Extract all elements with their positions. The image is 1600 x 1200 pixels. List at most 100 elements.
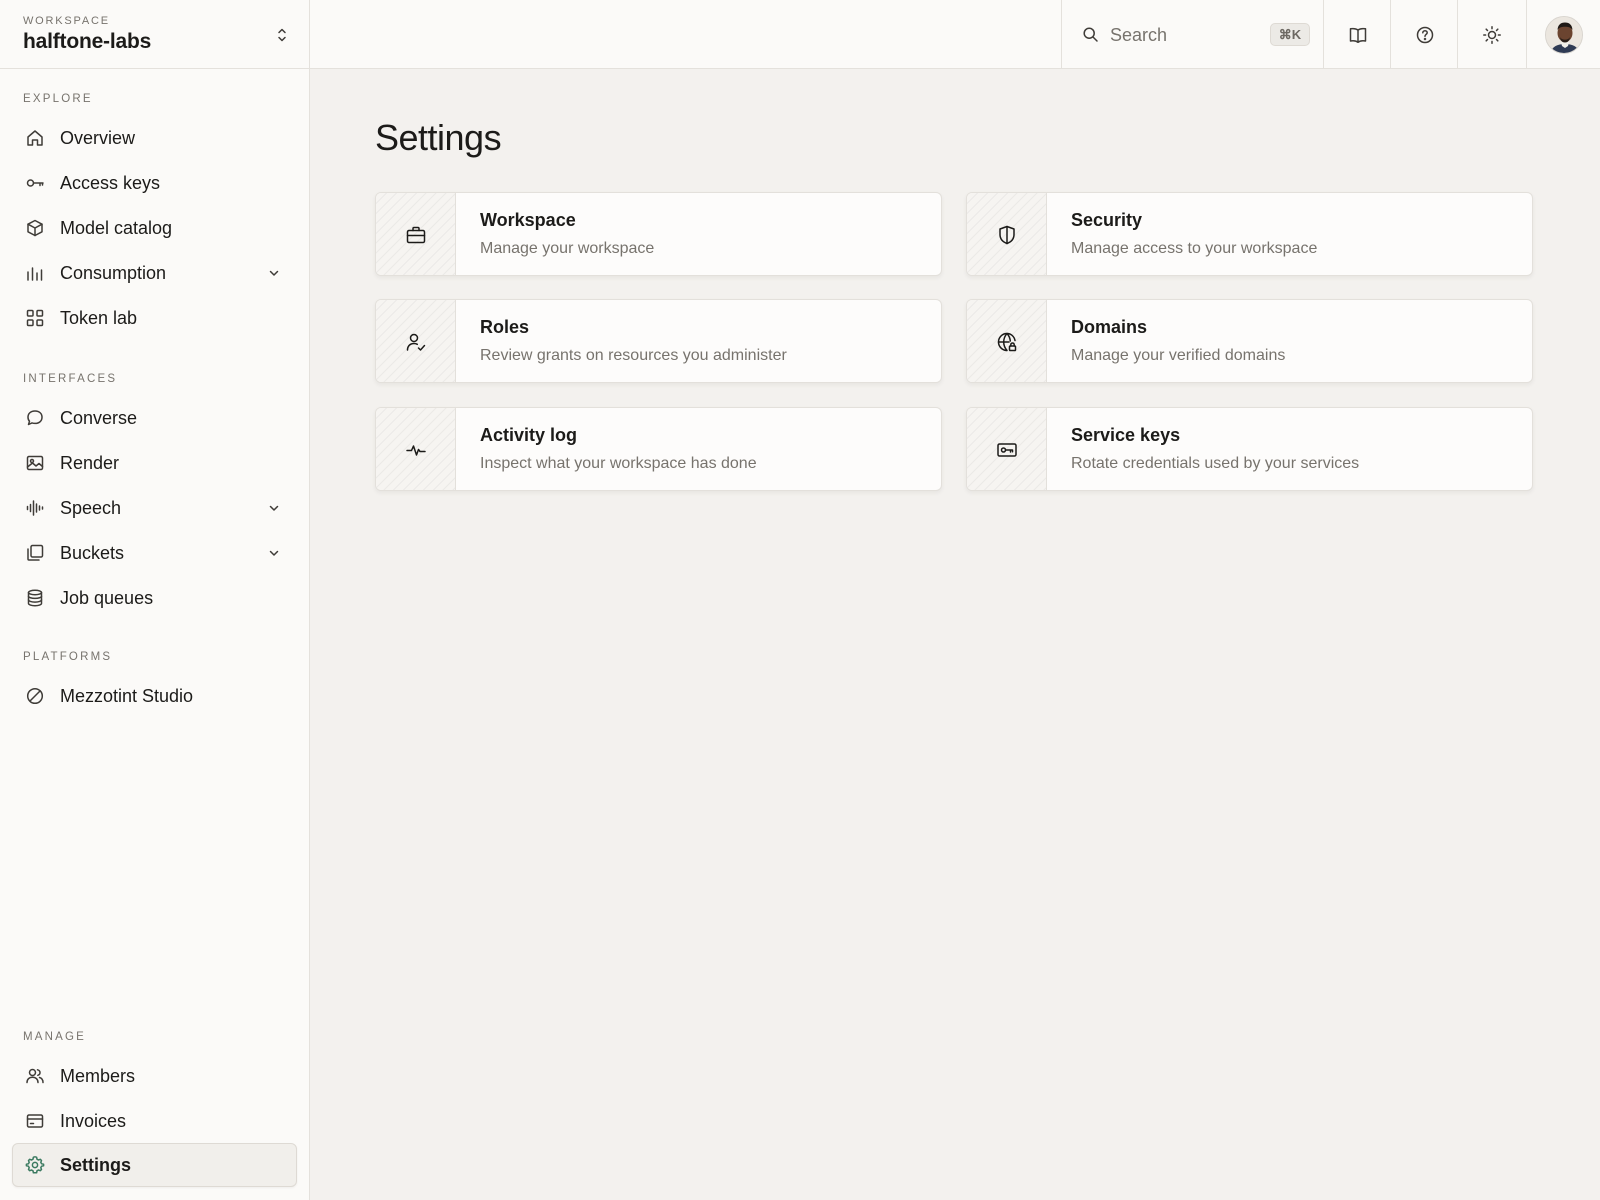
search-icon	[1083, 27, 1098, 42]
section-label-manage: MANAGE	[23, 1031, 87, 1043]
settings-card-activity-log[interactable]: Activity log Inspect what your workspace…	[375, 407, 942, 491]
settings-card-domains[interactable]: Domains Manage your verified domains	[966, 299, 1533, 383]
sidebar-item-label: Model catalog	[60, 218, 173, 238]
sidebar-item-label: Render	[60, 453, 120, 473]
help-circle-icon	[1416, 26, 1434, 44]
chevron-down-icon	[269, 505, 279, 511]
settings-card-service-keys[interactable]: Service keys Rotate credentials used by …	[966, 407, 1533, 491]
help-button[interactable]	[1390, 0, 1457, 69]
card-icon-panel	[376, 193, 456, 275]
user-check-icon	[406, 333, 426, 351]
card-title: Activity log	[480, 425, 578, 445]
sidebar-item-model-catalog[interactable]: Model catalog	[12, 206, 297, 250]
sidebar-item-label: Converse	[60, 408, 138, 428]
audio-wave-icon	[26, 500, 44, 516]
users-icon	[26, 1068, 44, 1084]
gear-icon	[25, 1156, 45, 1174]
key-card-icon	[997, 443, 1017, 457]
chevron-down-icon	[269, 270, 279, 276]
search-input[interactable]: Search ⌘K	[1061, 0, 1323, 69]
user-menu-button[interactable]	[1526, 0, 1600, 69]
database-icon	[27, 589, 43, 607]
sidebar-item-access-keys[interactable]: Access keys	[12, 161, 297, 205]
sidebar-item-label: Speech	[60, 498, 122, 518]
sidebar-item-job-queues[interactable]: Job queues	[12, 576, 297, 620]
chevron-up-down-icon	[278, 28, 286, 42]
sidebar-item-members[interactable]: Members	[12, 1054, 297, 1098]
section-label-interfaces: INTERFACES	[23, 373, 118, 385]
shield-icon	[999, 225, 1015, 245]
card-title: Domains	[1071, 317, 1148, 337]
grid-icon	[26, 309, 44, 327]
book-icon	[1349, 27, 1367, 43]
sidebar-item-label: Settings	[60, 1155, 132, 1175]
globe-lock-icon	[997, 332, 1017, 352]
sidebar-item-speech[interactable]: Speech	[12, 486, 297, 530]
sidebar-item-label: Token lab	[60, 308, 138, 328]
section-label-platforms: PLATFORMS	[23, 651, 113, 663]
sidebar-item-label: Buckets	[60, 543, 125, 563]
bar-chart-icon	[27, 267, 43, 281]
card-description: Review grants on resources you administe…	[480, 347, 787, 364]
card-title: Workspace	[480, 210, 576, 230]
page-title: Settings	[375, 117, 502, 158]
sidebar-item-overview[interactable]: Overview	[12, 116, 297, 160]
card-description: Manage your workspace	[480, 240, 655, 257]
sidebar-item-mezzotint-studio[interactable]: Mezzotint Studio	[12, 674, 297, 718]
card-icon-panel	[967, 408, 1047, 490]
theme-toggle-button[interactable]	[1457, 0, 1524, 69]
card-description: Rotate credentials used by your services	[1071, 455, 1360, 472]
card-title: Security	[1071, 210, 1143, 230]
slashed-circle-icon	[26, 687, 44, 705]
workspace-label: WORKSPACE	[23, 15, 110, 27]
sidebar-item-label: Invoices	[60, 1111, 127, 1131]
sidebar-item-label: Mezzotint Studio	[60, 686, 194, 706]
sidebar-item-token-lab[interactable]: Token lab	[12, 296, 297, 340]
settings-card-workspace[interactable]: Workspace Manage your workspace	[375, 192, 942, 276]
sidebar-item-label: Access keys	[60, 173, 161, 193]
card-description: Inspect what your workspace has done	[480, 455, 757, 472]
sidebar-item-buckets[interactable]: Buckets	[12, 531, 297, 575]
home-icon	[27, 130, 43, 146]
avatar	[1545, 16, 1583, 54]
card-icon-panel	[967, 300, 1047, 382]
credit-card-icon	[26, 1114, 44, 1128]
app: WORKSPACE halftone-labs EXPLORE Overview…	[0, 0, 1600, 1200]
sidebar-item-consumption[interactable]: Consumption	[12, 251, 297, 295]
image-icon	[26, 455, 44, 471]
card-title: Service keys	[1071, 425, 1181, 445]
activity-icon	[406, 445, 426, 456]
sidebar-item-settings[interactable]: Settings	[12, 1143, 297, 1187]
sidebar-item-converse[interactable]: Converse	[12, 396, 297, 440]
chevron-down-icon	[269, 550, 279, 556]
sidebar-item-label: Job queues	[60, 588, 154, 608]
workspace-name: halftone-labs	[23, 30, 152, 53]
sidebar-item-render[interactable]: Render	[12, 441, 297, 485]
settings-card-security[interactable]: Security Manage access to your workspace	[966, 192, 1533, 276]
card-description: Manage your verified domains	[1071, 347, 1286, 364]
search-shortcut-badge: ⌘K	[1270, 23, 1310, 46]
user-avatar-image	[1546, 17, 1582, 53]
card-icon-panel	[376, 300, 456, 382]
card-title: Roles	[480, 317, 530, 337]
settings-card-roles[interactable]: Roles Review grants on resources you adm…	[375, 299, 942, 383]
topbar: Search ⌘K	[310, 0, 1600, 69]
card-description: Manage access to your workspace	[1071, 240, 1318, 257]
sidebar-item-label: Consumption	[60, 263, 167, 283]
sidebar-item-label: Overview	[60, 128, 136, 148]
workspace-switcher[interactable]: WORKSPACE halftone-labs	[0, 0, 309, 69]
stack-icon	[27, 544, 44, 561]
search-placeholder: Search	[1110, 25, 1168, 45]
card-icon-panel	[967, 193, 1047, 275]
sidebar-item-invoices[interactable]: Invoices	[12, 1099, 297, 1143]
docs-button[interactable]	[1323, 0, 1390, 69]
briefcase-icon	[406, 226, 426, 244]
cube-icon	[27, 219, 43, 237]
sun-icon	[1483, 26, 1501, 44]
sidebar: WORKSPACE halftone-labs EXPLORE Overview…	[0, 0, 310, 1200]
chat-bubble-icon	[27, 410, 43, 426]
card-icon-panel	[376, 408, 456, 490]
key-icon	[26, 179, 44, 187]
sidebar-item-label: Members	[60, 1066, 136, 1086]
section-label-explore: EXPLORE	[23, 93, 93, 105]
